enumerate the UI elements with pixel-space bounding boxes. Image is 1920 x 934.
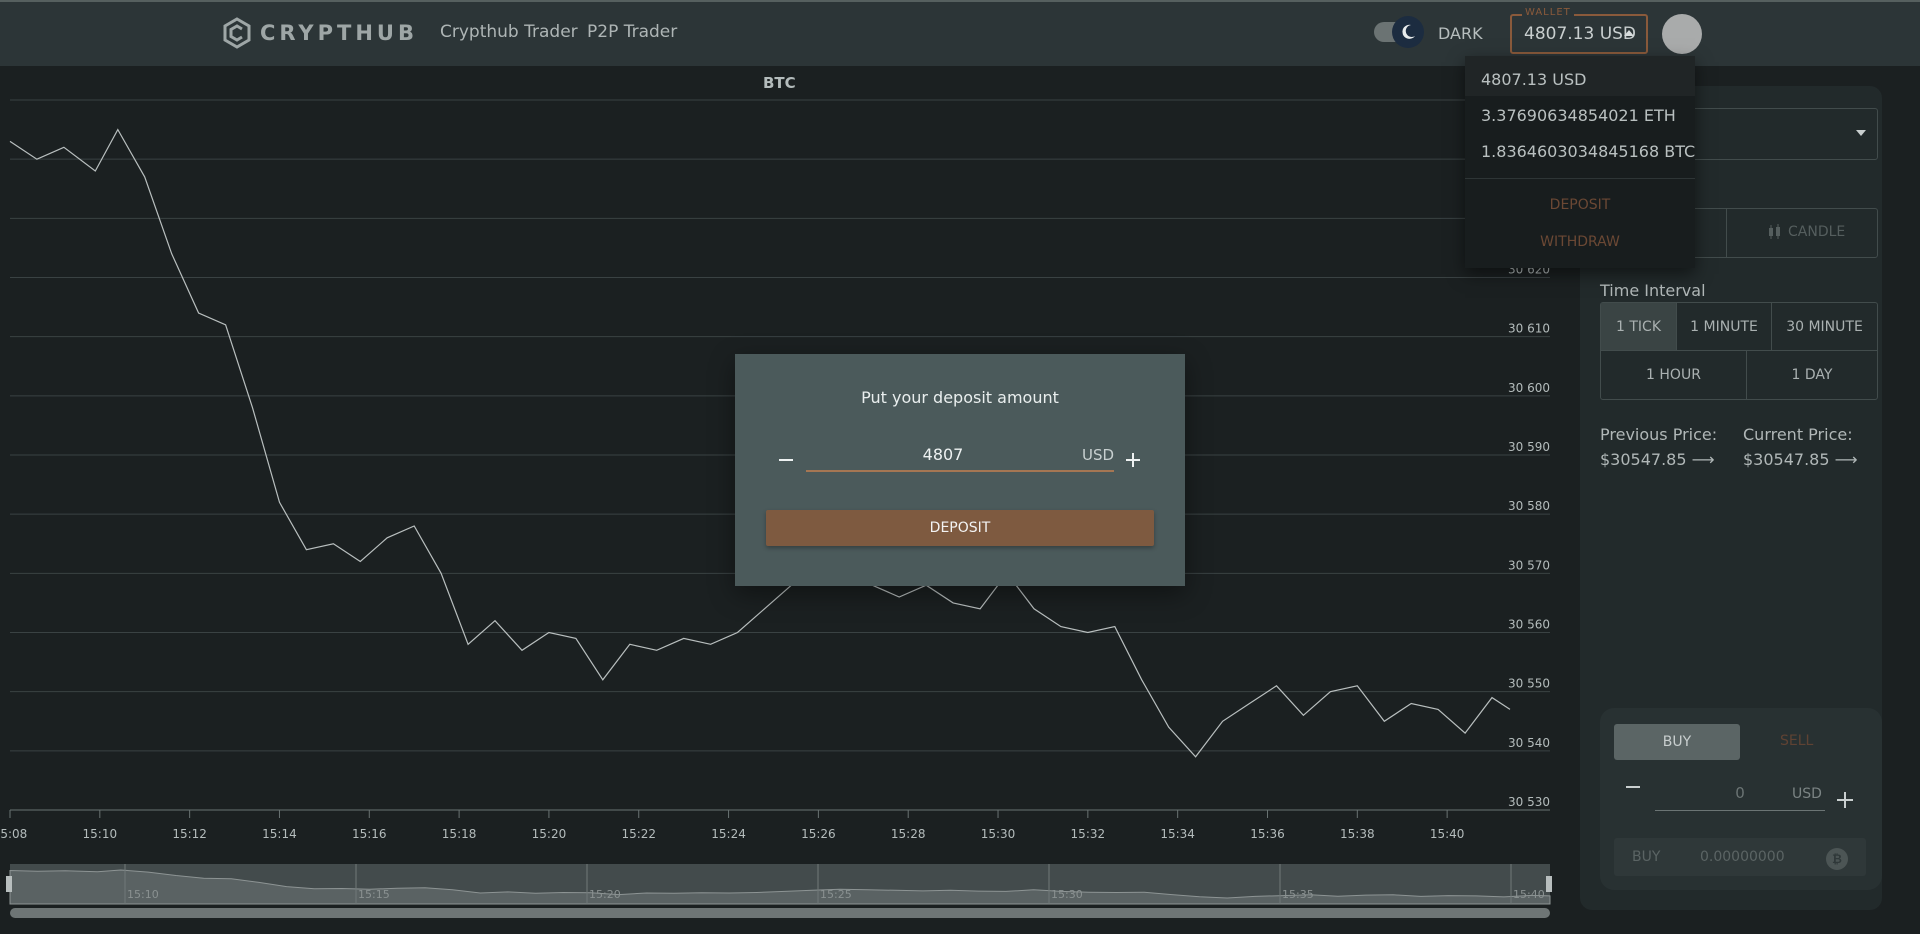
navigator-label: 15:35: [1282, 888, 1314, 901]
x-tick-label: 15:36: [1250, 827, 1285, 841]
x-tick-label: 15:34: [1160, 827, 1195, 841]
navigator-handle-left[interactable]: [6, 876, 12, 892]
time-interval-label: Time Interval: [1600, 281, 1706, 300]
minus-icon[interactable]: [779, 459, 793, 461]
deposit-menu-item[interactable]: DEPOSIT: [1465, 197, 1695, 213]
deposit-currency: USD: [1082, 446, 1115, 464]
x-tick-label: 15:16: [352, 827, 387, 841]
x-tick-label: 15:10: [83, 827, 118, 841]
trade-minus-icon[interactable]: [1626, 786, 1640, 788]
x-tick-label: 15:40: [1430, 827, 1465, 841]
trade-currency: USD: [1792, 786, 1822, 802]
navigator-label: 15:25: [820, 888, 852, 901]
trade-plus-icon-v: [1844, 792, 1846, 808]
y-tick-label: 30 540: [1508, 736, 1550, 750]
y-tick-label: 30 600: [1508, 381, 1550, 395]
candle-label: CANDLE: [1788, 224, 1846, 240]
buy-action-amount: 0.00000000: [1700, 849, 1785, 865]
y-tick-label: 30 560: [1508, 618, 1550, 632]
buy-action-label: BUY: [1632, 849, 1661, 865]
x-tick-label: 15:28: [891, 827, 926, 841]
caret-up-icon: [1624, 30, 1634, 36]
x-tick-label: 15:24: [711, 827, 746, 841]
btc-coin-icon: ₿: [1826, 848, 1848, 870]
navigator-label: 15:15: [358, 888, 390, 901]
y-tick-label: 30 550: [1508, 677, 1550, 691]
trade-input-underline: [1655, 810, 1825, 811]
withdraw-menu-item[interactable]: WITHDRAW: [1465, 234, 1695, 250]
modal-title: Put your deposit amount: [861, 388, 1059, 407]
navigator-label: 15:10: [127, 888, 159, 901]
buy-tab[interactable]: BUY: [1614, 724, 1740, 760]
divider: [1726, 209, 1727, 257]
interval-30-minute[interactable]: 30 MINUTE: [1772, 303, 1877, 350]
navigator-handle-right[interactable]: [1546, 876, 1552, 892]
interval-1-tick[interactable]: 1 TICK: [1601, 303, 1676, 350]
balance-btc[interactable]: 1.8364603034845168 BTC: [1481, 142, 1695, 161]
interval-1-day[interactable]: 1 DAY: [1747, 351, 1877, 399]
balance-eth[interactable]: 3.37690634854021 ETH: [1481, 106, 1676, 125]
navigator-label: 15:20: [589, 888, 621, 901]
deposit-button[interactable]: DEPOSIT: [766, 510, 1154, 546]
deposit-amount-input[interactable]: [806, 444, 1080, 465]
previous-price-label: Previous Price:: [1600, 425, 1718, 444]
horizontal-scrollbar[interactable]: [10, 908, 1550, 918]
current-price-value: $30547.85 ⟶: [1743, 450, 1858, 469]
x-tick-label: 15:30: [981, 827, 1016, 841]
x-tick-label: 15:20: [532, 827, 567, 841]
x-tick-label: 15:12: [172, 827, 207, 841]
sell-tab[interactable]: SELL: [1780, 733, 1813, 749]
x-tick-label: 15:14: [262, 827, 297, 841]
balance-usd[interactable]: 4807.13 USD: [1481, 70, 1586, 89]
navigator-label: 15:40: [1513, 888, 1545, 901]
caret-down-icon: [1856, 130, 1866, 136]
y-tick-label: 30 570: [1508, 558, 1550, 572]
avatar[interactable]: [1662, 14, 1702, 54]
x-tick-label: 15:22: [621, 827, 656, 841]
x-tick-label: 15:08: [0, 827, 27, 841]
interval-1-hour[interactable]: 1 HOUR: [1601, 351, 1746, 399]
x-tick-label: 15:26: [801, 827, 836, 841]
plus-icon-v: [1132, 453, 1134, 467]
x-tick-label: 15:38: [1340, 827, 1375, 841]
dropdown-divider: [1465, 178, 1695, 179]
y-tick-label: 30 580: [1508, 499, 1550, 513]
input-underline: [806, 470, 1114, 472]
current-price-label: Current Price:: [1743, 425, 1853, 444]
previous-price-value: $30547.85 ⟶: [1600, 450, 1715, 469]
candle-button[interactable]: CANDLE: [1768, 224, 1845, 240]
candlestick-icon: [1769, 224, 1780, 239]
x-tick-label: 15:18: [442, 827, 477, 841]
y-tick-label: 30 530: [1508, 795, 1550, 809]
navigator-label: 15:30: [1051, 888, 1083, 901]
x-tick-label: 15:32: [1071, 827, 1106, 841]
y-tick-label: 30 610: [1508, 322, 1550, 336]
interval-1-minute[interactable]: 1 MINUTE: [1677, 303, 1771, 350]
y-tick-label: 30 590: [1508, 440, 1550, 454]
